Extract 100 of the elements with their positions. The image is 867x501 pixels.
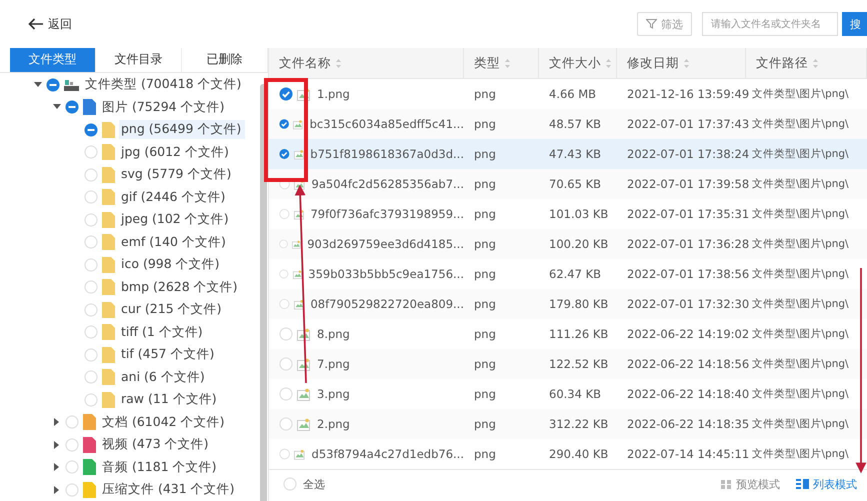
table-cell-text: 290.40 KB [548,447,610,461]
sort-icon[interactable] [813,58,818,68]
view-mode-button[interactable]: 列表模式 [796,476,857,492]
file-icon [102,369,115,386]
tree-item[interactable]: svg (5779 个文件) [119,165,236,184]
table-cell-text: png [473,357,497,371]
expand-arrow-icon[interactable] [53,486,61,494]
file-icon [102,212,115,228]
checkbox[interactable] [84,392,98,407]
tree-item[interactable]: 音频 (1181 个文件) [100,458,221,477]
checkbox[interactable] [279,117,290,131]
checkbox[interactable] [279,447,290,461]
checkbox[interactable] [84,280,98,294]
back-button[interactable]: 返回 [28,16,72,32]
tree-item[interactable]: cur (215 个文件) [119,300,226,320]
tree-item[interactable]: 图片 (75294 个文件) [100,98,228,117]
table-cell-text: png [473,267,497,281]
tree-item[interactable]: tiff (1 个文件) [119,322,207,342]
checkbox[interactable] [65,100,79,114]
checkbox[interactable] [84,122,98,137]
checkbox[interactable] [84,302,98,317]
checkbox[interactable] [84,235,98,250]
column-header[interactable]: 文件名称 [279,54,331,72]
checkbox[interactable] [283,477,297,491]
checkbox[interactable] [279,237,288,251]
table-cell-text: png [473,177,497,191]
checkbox[interactable] [84,258,98,272]
tree-item[interactable]: gif (2446 个文件) [119,188,230,207]
sort-icon[interactable] [606,58,611,68]
file-name[interactable]: 79f0f736afc3793198959... [308,207,464,221]
checkbox[interactable] [279,357,293,371]
checkbox[interactable] [279,297,290,311]
file-name[interactable]: 2.png [315,417,350,431]
checkbox[interactable] [279,417,293,431]
checkbox[interactable] [84,325,98,340]
checkbox[interactable] [65,482,79,497]
checkbox[interactable] [84,168,98,182]
checkbox[interactable] [65,460,79,474]
checkbox[interactable] [279,387,293,401]
checkbox[interactable] [84,348,98,362]
checkbox[interactable] [279,147,290,161]
checkbox[interactable] [279,327,293,341]
search-field[interactable]: 请输入文件名或文件夹名 [702,12,838,36]
checkbox[interactable] [84,190,98,204]
table-cell-text: 2022-07-01 17:36:28 [626,237,746,251]
table-cell-text: 60.34 KB [548,387,602,401]
tree-item[interactable]: ani (6 个文件) [119,368,209,387]
checkbox[interactable] [84,212,98,227]
select-all-label[interactable]: 全选 [303,476,325,492]
file-name[interactable]: 3.png [315,387,350,401]
tree-item[interactable]: png (56499 个文件) [119,120,246,140]
table-cell-text: 2022-07-01 17:39:58 [626,177,746,191]
table-cell-text: 文件类型\图片\png\ [751,357,850,371]
tree-item[interactable]: emf (140 个文件) [119,232,230,252]
file-name[interactable]: 8.png [315,327,350,341]
file-name[interactable]: 903d269759ee3d6d4185... [305,237,464,251]
sidebar-tab[interactable]: 文件类型 [10,48,96,72]
checkbox[interactable] [65,415,79,430]
collapse-arrow-icon[interactable] [34,80,42,89]
tree-item[interactable]: jpg (6012 个文件) [119,142,233,162]
file-name[interactable]: 359b033b5bb5c9ea1756... [306,267,464,281]
scrollbar[interactable] [260,84,267,501]
column-header[interactable]: 文件路径 [756,54,808,72]
file-name[interactable]: 7.png [315,357,350,371]
tree-item[interactable]: ico (998 个文件) [119,255,224,274]
file-name[interactable]: 08f790529822720ea809... [308,297,464,311]
tree-item[interactable]: tif (457 个文件) [119,345,218,364]
sort-icon[interactable] [684,58,689,68]
expand-arrow-icon[interactable] [53,418,61,426]
checkbox[interactable] [279,207,290,221]
checkbox[interactable] [279,267,289,281]
tree-item[interactable]: raw (11 个文件) [119,390,221,410]
tree-item[interactable]: 文件类型 (700418 个文件) [83,75,246,94]
expand-arrow-icon[interactable] [53,440,61,449]
column-header[interactable]: 文件大小 [549,54,601,72]
table-cell-text: png [473,87,497,101]
tree-item[interactable]: jpeg (102 个文件) [119,210,233,230]
column-header[interactable]: 修改日期 [627,54,679,72]
table-cell-text: 101.03 KB [548,207,610,221]
view-mode-button[interactable]: 预览模式 [721,476,780,492]
file-name[interactable]: 1.png [315,87,350,101]
checkbox[interactable] [65,438,79,452]
tree-item[interactable]: 文档 (61042 个文件) [100,412,228,432]
tree-item[interactable]: 视频 (473 个文件) [100,435,213,454]
tree-item[interactable]: 压缩文件 (431 个文件) [100,480,239,500]
file-name[interactable]: bc315c6034a85edff5c41... [308,117,464,131]
sort-icon[interactable] [336,58,341,68]
checkbox[interactable] [84,145,98,160]
file-name[interactable]: d53f8794a4c27d1edb76... [310,447,464,461]
column-header[interactable]: 类型 [474,54,500,72]
file-name[interactable]: 9a504fc2d56285356ab7... [310,177,464,191]
checkbox[interactable] [46,78,60,92]
expand-arrow-icon[interactable] [53,463,61,472]
collapse-arrow-icon[interactable] [53,103,61,112]
checkbox[interactable] [279,87,293,101]
sort-icon[interactable] [505,58,510,68]
checkbox[interactable] [84,370,98,384]
file-name[interactable]: b751f8198618367a0d3d... [308,147,464,161]
tree-item[interactable]: bmp (2628 个文件) [119,278,242,297]
search-button[interactable]: 搜 [842,12,867,36]
